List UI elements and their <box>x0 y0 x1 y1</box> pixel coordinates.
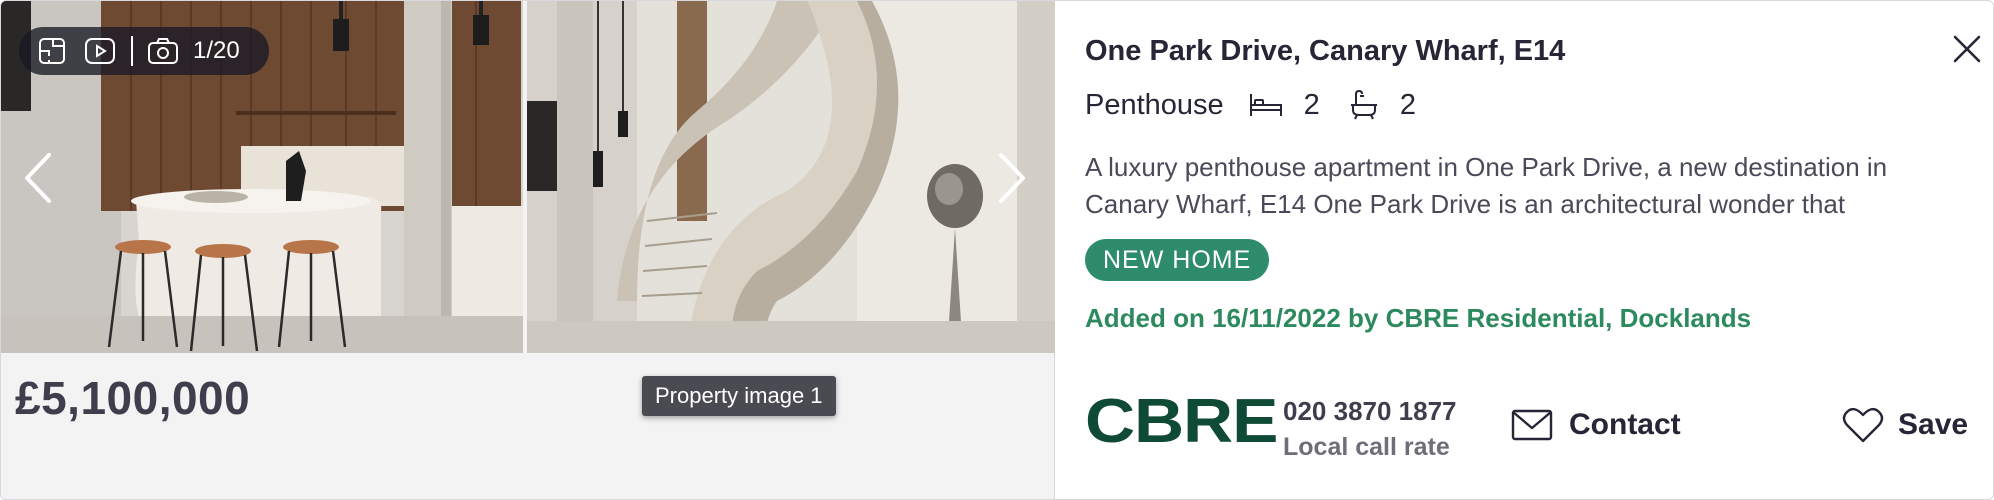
property-type: Penthouse <box>1085 88 1224 121</box>
listing-added-info: Added on 16/11/2022 by CBRE Residential,… <box>1085 303 1752 333</box>
property-gallery: 1/20 £5,100,000 Property image 1 <box>1 1 1055 499</box>
bedroom-count: 2 <box>1303 88 1320 121</box>
phone-number[interactable]: 020 3870 1877 <box>1283 396 1457 427</box>
close-button[interactable] <box>1949 31 1985 67</box>
property-photo-staircase[interactable] <box>527 1 1055 353</box>
floorplan-icon <box>39 38 65 64</box>
new-home-badge: NEW HOME <box>1085 239 1270 281</box>
bathroom-count: 2 <box>1399 88 1416 121</box>
next-photo-button[interactable] <box>987 148 1037 208</box>
property-price: £5,100,000 <box>15 372 251 424</box>
bed-icon <box>1248 91 1284 119</box>
photo-count-button[interactable]: 1/20 <box>147 37 240 65</box>
previous-photo-button[interactable] <box>13 148 63 208</box>
property-meta: Penthouse 2 2 <box>1085 85 1444 125</box>
bath-icon <box>1348 89 1380 121</box>
property-description: A luxury penthouse apartment in One Park… <box>1085 152 1888 219</box>
close-icon <box>1953 35 1981 63</box>
mail-icon <box>1511 409 1553 441</box>
video-button[interactable] <box>83 34 117 68</box>
camera-icon <box>147 37 179 65</box>
chevron-left-icon <box>25 153 51 203</box>
media-toolbar: 1/20 <box>19 27 269 75</box>
photo-strip[interactable]: 1/20 <box>1 1 1055 353</box>
media-divider <box>131 36 133 66</box>
image-tooltip: Property image 1 <box>642 376 836 416</box>
phone-rate-note: Local call rate <box>1283 433 1450 461</box>
property-card: 1/20 £5,100,000 Property image 1 One Par… <box>0 0 1994 500</box>
photo-count: 1/20 <box>193 37 240 64</box>
property-details: One Park Drive, Canary Wharf, E14 Pentho… <box>1055 1 1993 499</box>
chevron-right-icon <box>999 153 1025 203</box>
save-label: Save <box>1898 408 1969 441</box>
heart-icon <box>1842 407 1884 443</box>
agent-phone[interactable]: 020 3870 1877 Local call rate <box>1283 396 1457 462</box>
agent-logo[interactable]: CBRE <box>1085 391 1278 453</box>
save-button[interactable]: Save <box>1842 401 1968 449</box>
property-address[interactable]: One Park Drive, Canary Wharf, E14 <box>1085 35 1565 68</box>
floorplan-button[interactable] <box>35 34 69 68</box>
contact-button[interactable]: Contact <box>1511 401 1681 449</box>
video-icon <box>85 38 115 64</box>
contact-label: Contact <box>1569 408 1681 441</box>
